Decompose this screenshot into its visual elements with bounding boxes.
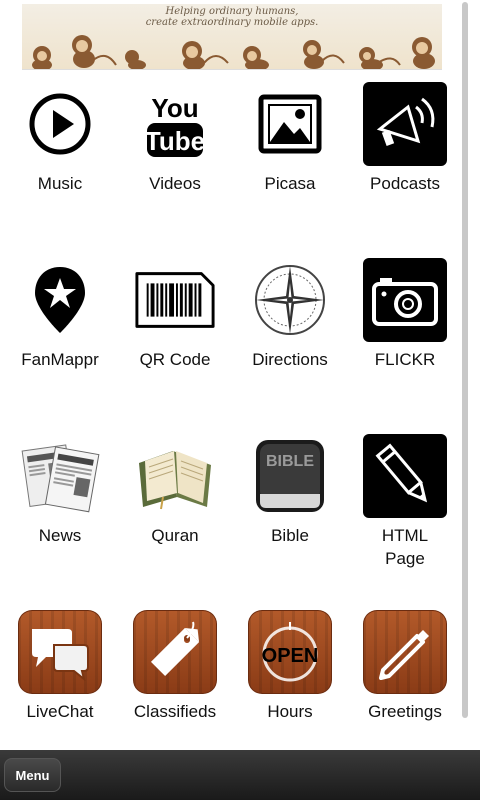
pencil-icon: [363, 434, 447, 518]
open-book-icon: [133, 434, 217, 518]
pen-icon: [363, 610, 447, 694]
tile-music[interactable]: Music: [5, 82, 115, 195]
tile-label: Classifieds: [133, 702, 217, 721]
tile-directions[interactable]: Directions: [235, 258, 345, 371]
open-sign-icon: OPEN: [248, 610, 332, 694]
megaphone-icon: [363, 82, 447, 166]
tile-videos[interactable]: You Tube Videos: [120, 82, 230, 195]
tile-html-page[interactable]: HTML Page: [350, 434, 460, 570]
tile-label: News: [38, 526, 82, 545]
tile-classifieds[interactable]: Classifieds: [120, 610, 230, 723]
monkeys-illustration: [32, 35, 435, 69]
tile-label: Directions: [252, 350, 328, 369]
newspaper-icon: [18, 434, 102, 518]
tile-label: FanMappr: [21, 350, 99, 369]
tile-qr-code[interactable]: QR Code: [120, 258, 230, 371]
tile-flickr[interactable]: FLICKR: [350, 258, 460, 371]
play-circle-icon: [18, 82, 102, 166]
price-tag-icon: [133, 610, 217, 694]
tile-label: Bible: [271, 526, 309, 545]
tile-fanmappr[interactable]: FanMappr: [5, 258, 115, 371]
tile-hours[interactable]: OPEN Hours: [235, 610, 345, 723]
tile-bible[interactable]: BIBLE Bible: [235, 434, 345, 547]
youtube-icon: You Tube: [133, 82, 217, 166]
open-sign-text: OPEN: [262, 645, 319, 667]
chat-bubbles-icon: [18, 610, 102, 694]
header-banner: Helping ordinary humans, create extraord…: [22, 4, 442, 70]
tile-label: Quran: [151, 526, 199, 545]
tile-label: Music: [37, 174, 83, 193]
tile-greetings[interactable]: Greetings: [350, 610, 460, 723]
tile-label: FLICKR: [374, 350, 436, 369]
tile-label: Podcasts: [370, 174, 440, 193]
tile-picasa[interactable]: Picasa: [235, 82, 345, 195]
svg-text:You: You: [151, 93, 198, 123]
compass-icon: [248, 258, 332, 342]
tile-podcasts[interactable]: Podcasts: [350, 82, 460, 195]
tile-label: Greetings: [368, 702, 442, 721]
banner-tagline-line-1: Helping ordinary humans,: [165, 6, 299, 17]
tile-label: QR Code: [139, 350, 211, 369]
tile-label: LiveChat: [26, 702, 94, 721]
menu-button[interactable]: Menu: [4, 758, 61, 792]
bottom-toolbar: Menu: [0, 750, 480, 800]
tile-news[interactable]: News: [5, 434, 115, 547]
tile-quran[interactable]: Quran: [120, 434, 230, 547]
tile-label: Hours: [267, 702, 313, 721]
svg-text:Tube: Tube: [145, 126, 205, 156]
picture-icon: [248, 82, 332, 166]
tile-label: HTML Page: [381, 526, 429, 568]
tile-label: Videos: [149, 174, 201, 193]
bible-cover-text: BIBLE: [266, 453, 314, 470]
bible-icon: BIBLE: [248, 434, 332, 518]
tile-label: Picasa: [264, 174, 316, 193]
scrollbar[interactable]: [462, 2, 468, 718]
map-pin-star-icon: [18, 258, 102, 342]
camera-icon: [363, 258, 447, 342]
tile-livechat[interactable]: LiveChat: [5, 610, 115, 723]
barcode-icon: [133, 258, 217, 342]
